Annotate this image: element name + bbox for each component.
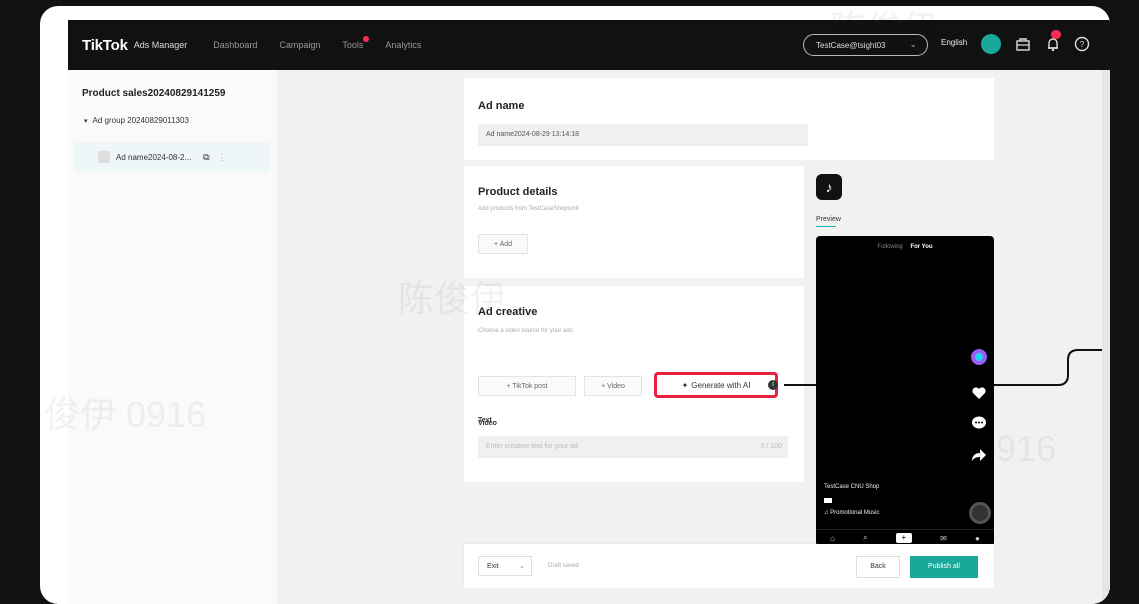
right-edge-strip — [1102, 70, 1110, 604]
product-details-subtitle: Add products from TestCaseShopsmit — [478, 206, 579, 212]
ad-name-input[interactable]: Ad name2024-08-29 13:14:18 — [478, 124, 808, 146]
avatar[interactable] — [981, 34, 1001, 54]
back-button[interactable]: Back — [856, 556, 900, 578]
preview-label: Preview — [816, 216, 841, 223]
sparkle-icon: ✦ — [681, 380, 689, 390]
add-video-button[interactable]: + Video — [584, 376, 642, 396]
nav-analytics[interactable]: Analytics — [385, 40, 421, 50]
nav-tools-label: Tools — [342, 40, 364, 50]
caret-down-icon[interactable]: ▾ — [84, 118, 88, 125]
product-details-card: Product details Add products from TestCa… — [464, 166, 804, 278]
generate-with-ai-button[interactable]: ✦ Generate with AI — [654, 372, 778, 398]
ad-creative-title: Ad creative — [478, 306, 538, 318]
copy-icon[interactable]: ⧉ — [203, 152, 209, 163]
profile-icon: ● — [975, 533, 980, 543]
ad-thumbnail — [98, 151, 110, 163]
search-icon: ⌕ — [863, 533, 868, 542]
language-selector[interactable]: English — [941, 38, 967, 47]
character-counter: 0 / 100 — [760, 443, 782, 450]
tiktok-logo-text: TikTok — [82, 36, 128, 54]
shop-name: TestCase CNU Shop — [824, 484, 880, 490]
bottom-action-bar: Exit ⌄ Draft saved Back Publish all — [464, 544, 994, 588]
heart-icon — [972, 387, 986, 399]
more-options-icon[interactable]: ⋮ — [218, 152, 227, 163]
info-icon[interactable]: i — [768, 380, 778, 390]
campaign-tree-sidebar: Product sales20240829141259 ▾ Ad group 20… — [68, 70, 278, 604]
ad-text-input[interactable]: Enter creative text for your ad 0 / 100 — [478, 436, 788, 458]
tab-for-you: For You — [910, 244, 933, 250]
notification-badge — [1051, 30, 1061, 39]
text-label: Text — [478, 417, 492, 424]
feed-tabs: Following For You — [816, 244, 994, 250]
home-icon: ⌂ — [830, 533, 835, 543]
ad-name: Ad name2024-08-2... — [116, 152, 192, 162]
briefcase-icon[interactable] — [1013, 34, 1033, 54]
chevron-down-icon: ⌄ — [909, 39, 917, 49]
add-tiktok-post-button[interactable]: + TikTok post — [478, 376, 576, 396]
tiktok-app-icon: ♪ — [816, 174, 842, 200]
help-icon[interactable]: ? — [1072, 34, 1092, 54]
ad-name-card: Ad name Ad name2024-08-29 13:14:18 — [464, 78, 994, 160]
app-frame: TikTok Ads Manager Dashboard Campaign To… — [40, 6, 1110, 604]
top-navigation: TikTok Ads Manager Dashboard Campaign To… — [68, 20, 1110, 70]
preview-underline — [816, 226, 836, 227]
music-name: ♫ Promotional Music — [824, 510, 880, 516]
campaign-name[interactable]: Product sales20240829141259 — [82, 88, 225, 99]
phone-preview: Following For You TestCase CNU Shop ♫ Pr… — [816, 236, 994, 546]
chevron-down-icon: ⌄ — [519, 563, 525, 570]
creator-avatar-icon — [971, 349, 987, 365]
product-details-title: Product details — [478, 186, 558, 198]
ad-text-placeholder: Enter creative text for your ad — [486, 443, 578, 450]
nav-campaign[interactable]: Campaign — [279, 40, 320, 50]
inbox-icon: ✉ — [940, 533, 947, 543]
share-icon — [972, 449, 986, 461]
tools-notification-dot — [363, 36, 370, 42]
nav-tools[interactable]: Tools — [342, 36, 370, 50]
create-icon: + — [895, 533, 912, 543]
exit-label: Exit — [487, 563, 499, 570]
ads-manager-label: Ads Manager — [133, 40, 188, 50]
main-content: Ad name Ad name2024-08-29 13:14:18 Produ… — [278, 70, 1110, 604]
draft-status: Draft saved — [548, 563, 579, 569]
tab-following: Following — [877, 244, 903, 250]
account-selector[interactable]: TestCase@tsight03 ⌄ — [803, 34, 928, 56]
add-product-button[interactable]: + Add — [478, 234, 528, 254]
ad-group-name: Ad group 20240829011303 — [92, 116, 189, 125]
shop-tag-icon — [824, 498, 832, 503]
music-disc-icon — [969, 502, 991, 524]
account-name: TestCase@tsight03 — [816, 40, 886, 50]
exit-dropdown[interactable]: Exit ⌄ — [478, 556, 532, 576]
generate-with-ai-label: Generate with AI — [691, 380, 751, 390]
sidebar-item-ad[interactable]: Ad name2024-08-2... ⧉ ⋮ — [74, 142, 270, 172]
comment-icon — [972, 416, 986, 429]
ad-creative-subtitle: Choose a video source for your ads — [478, 328, 573, 334]
ad-name-title: Ad name — [478, 100, 525, 112]
publish-all-button[interactable]: Publish all — [910, 556, 978, 578]
sidebar-item-ad-group[interactable]: ▾ Ad group 20240829011303 — [84, 116, 189, 125]
nav-dashboard[interactable]: Dashboard — [213, 40, 257, 50]
svg-text:?: ? — [1080, 40, 1085, 49]
